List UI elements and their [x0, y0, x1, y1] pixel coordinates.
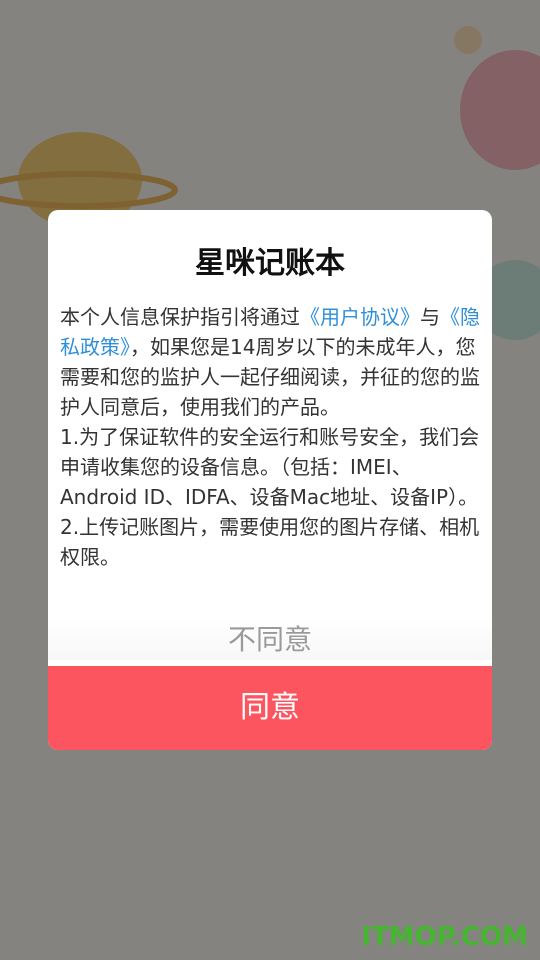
item-camera-permission: 2.上传记账图片，需要使用您的图片存储、相机权限。 — [60, 515, 480, 569]
disagree-button[interactable]: 不同意 — [48, 614, 492, 666]
screen: 星咪记账本 本个人信息保护指引将通过《用户协议》与《隐私政策》，如果您是14周岁… — [0, 0, 540, 960]
intro-paragraph: 本个人信息保护指引将通过《用户协议》与《隐私政策》，如果您是14周岁以下的未成年… — [60, 302, 484, 422]
dialog-body: 本个人信息保护指引将通过《用户协议》与《隐私政策》，如果您是14周岁以下的未成年… — [60, 302, 484, 626]
privacy-dialog: 星咪记账本 本个人信息保护指引将通过《用户协议》与《隐私政策》，如果您是14周岁… — [48, 210, 492, 750]
agree-button[interactable]: 同意 — [48, 666, 492, 750]
user-agreement-link[interactable]: 《用户协议》 — [300, 305, 420, 329]
intro-and: 与 — [420, 305, 440, 329]
dialog-title: 星咪记账本 — [195, 246, 345, 281]
item-device-info: 1.为了保证软件的安全运行和账号安全，我们会申请收集您的设备信息。（包括：IME… — [60, 425, 480, 509]
watermark-logo: ITMOP.COM — [361, 922, 528, 952]
intro-prefix: 本个人信息保护指引将通过 — [60, 305, 300, 329]
